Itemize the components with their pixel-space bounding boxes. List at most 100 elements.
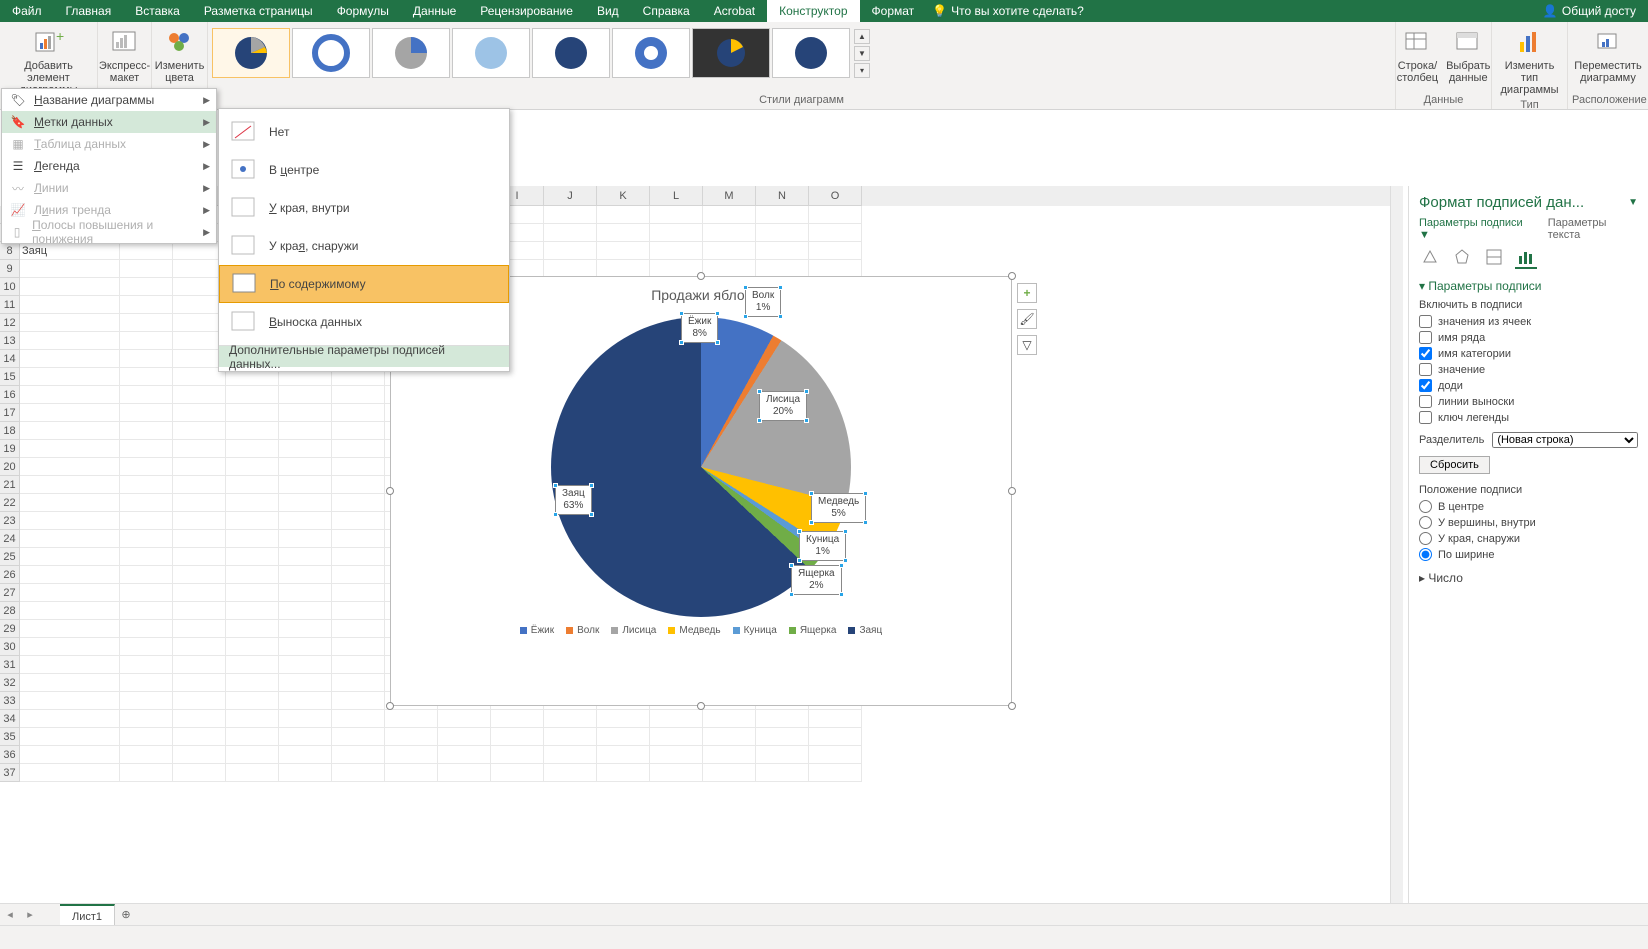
share-button[interactable]: 👤 Общий досту [1531, 4, 1648, 18]
pane-tab-label-options[interactable]: Параметры подписи ▼ [1419, 217, 1532, 241]
chart-plus-button[interactable]: + [1017, 283, 1037, 303]
tab-file[interactable]: Файл [0, 0, 54, 22]
include-checkbox[interactable]: доди [1419, 379, 1638, 392]
tell-me[interactable]: 💡 Что вы хотите сделать? [932, 4, 1084, 18]
chart-filter-button[interactable]: ▽ [1017, 335, 1037, 355]
tab-insert[interactable]: Вставка [123, 0, 192, 22]
pane-tab-text-options[interactable]: Параметры текста [1548, 217, 1638, 241]
position-radio[interactable]: В центре [1419, 500, 1638, 513]
ribbon-body: + Добавить элемент диаграммы Экспресс-ма… [0, 22, 1648, 110]
tab-view[interactable]: Вид [585, 0, 631, 22]
label-options-icon[interactable] [1515, 247, 1537, 269]
data-label[interactable]: Куница1% [799, 531, 846, 561]
sheet-nav-next[interactable]: ▸ [20, 908, 40, 921]
sub-inside-end[interactable]: У края, внутри [219, 189, 509, 227]
chart-style-5[interactable] [532, 28, 610, 78]
tab-review[interactable]: Рецензирование [468, 0, 585, 22]
data-label[interactable]: Ящерка2% [791, 565, 842, 595]
chart-style-8[interactable] [772, 28, 850, 78]
effects-icon[interactable] [1451, 247, 1473, 269]
sub-more-options[interactable]: Дополнительные параметры подписей данных… [219, 345, 509, 367]
fill-icon[interactable] [1419, 247, 1441, 269]
data-label[interactable]: Волк1% [745, 287, 781, 317]
tab-formulas[interactable]: Формулы [325, 0, 401, 22]
section-number[interactable]: ▸ Число [1419, 571, 1638, 585]
tab-pagelayout[interactable]: Разметка страницы [192, 0, 325, 22]
pie-chart[interactable]: Ёжик8% Волк1% Лисица20% Медведь5% Куница… [551, 317, 851, 617]
include-checkbox[interactable]: имя ряда [1419, 331, 1638, 344]
menu-legend[interactable]: ☰Легенда▶ [2, 155, 216, 177]
tab-design[interactable]: Конструктор [767, 0, 859, 22]
data-label[interactable]: Ёжик8% [681, 313, 718, 343]
sub-outside-end[interactable]: У края, снаружи [219, 227, 509, 265]
chart-style-2[interactable] [292, 28, 370, 78]
resize-handle[interactable] [697, 702, 705, 710]
chart-brush-button[interactable]: 🖌 [1017, 309, 1037, 329]
data-label[interactable]: Лисица20% [759, 391, 807, 421]
none-icon [229, 118, 259, 146]
group-label-location: Расположение [1572, 93, 1644, 109]
size-icon[interactable] [1483, 247, 1505, 269]
menu-chart-title[interactable]: 🏷Название диаграммы▶ [2, 89, 216, 111]
resize-handle[interactable] [386, 702, 394, 710]
resize-handle[interactable] [386, 487, 394, 495]
include-checkbox[interactable]: ключ легенды [1419, 411, 1638, 424]
position-radio[interactable]: По ширине [1419, 548, 1638, 561]
chart-style-7[interactable] [692, 28, 770, 78]
resize-handle[interactable] [1008, 702, 1016, 710]
ribbon-tabs: Файл Главная Вставка Разметка страницы Ф… [0, 0, 1648, 22]
chart-style-1[interactable] [212, 28, 290, 78]
chart-style-6[interactable] [612, 28, 690, 78]
chart-style-4[interactable] [452, 28, 530, 78]
include-checkbox[interactable]: линии выноски [1419, 395, 1638, 408]
change-colors-button[interactable]: Изменить цвета [151, 24, 209, 86]
chart-legend[interactable]: ЁжикВолкЛисицаМедведьКуницаЯщеркаЗаяц [391, 625, 1011, 636]
chart-style-gallery: ▲▼▾ [212, 24, 870, 78]
tab-home[interactable]: Главная [54, 0, 124, 22]
change-chart-type-button[interactable]: Изменить тип диаграммы [1496, 24, 1563, 98]
switch-row-col-button[interactable]: Строка/столбец [1393, 24, 1442, 86]
tab-format[interactable]: Формат [860, 0, 927, 22]
data-labels-icon: 🔖 [10, 114, 26, 130]
change-colors-label: Изменить цвета [155, 60, 205, 84]
sub-data-callout[interactable]: Выноска данных [219, 303, 509, 341]
data-label[interactable]: Заяц63% [555, 485, 592, 515]
separator-select[interactable]: (Новая строка) [1492, 432, 1638, 448]
tab-acrobat[interactable]: Acrobat [702, 0, 767, 22]
menu-data-table: ▦Таблица данных▶ [2, 133, 216, 155]
add-sheet-button[interactable]: ⊕ [115, 908, 137, 921]
section-label-options[interactable]: ▾ Параметры подписи [1419, 279, 1638, 293]
lines-icon: 〰 [10, 180, 26, 196]
sub-center[interactable]: В центре [219, 151, 509, 189]
include-checkbox[interactable]: значения из ячеек [1419, 315, 1638, 328]
tab-help[interactable]: Справка [631, 0, 702, 22]
sheet-nav-prev[interactable]: ◂ [0, 908, 20, 921]
include-checkbox[interactable]: имя категории [1419, 347, 1638, 360]
include-checkbox[interactable]: значение [1419, 363, 1638, 376]
add-chart-element-button[interactable]: + Добавить элемент диаграммы [4, 24, 93, 98]
resize-handle[interactable] [697, 272, 705, 280]
position-radio[interactable]: У края, снаружи [1419, 532, 1638, 545]
sub-best-fit[interactable]: По содержимому [219, 265, 509, 303]
svg-text:+: + [56, 28, 64, 44]
sub-none[interactable]: Нет [219, 113, 509, 151]
quick-layout-button[interactable]: Экспресс-макет [95, 24, 154, 86]
resize-handle[interactable] [1008, 272, 1016, 280]
inside-end-icon [229, 194, 259, 222]
select-data-button[interactable]: Выбрать данные [1442, 24, 1494, 86]
tab-data[interactable]: Данные [401, 0, 468, 22]
reset-button[interactable]: Сбросить [1419, 456, 1490, 474]
row-headers[interactable]: 6789101112131415161718192021222324252627… [0, 206, 20, 903]
data-label[interactable]: Медведь5% [811, 493, 866, 523]
select-data-label: Выбрать данные [1446, 60, 1490, 84]
callout-icon [229, 308, 259, 336]
quick-layout-label: Экспресс-макет [99, 60, 150, 84]
style-gallery-scroll[interactable]: ▲▼▾ [854, 29, 870, 78]
vertical-scrollbar[interactable] [1390, 186, 1403, 903]
chart-style-3[interactable] [372, 28, 450, 78]
move-chart-button[interactable]: Переместить диаграмму [1570, 24, 1645, 86]
position-radio[interactable]: У вершины, внутри [1419, 516, 1638, 529]
resize-handle[interactable] [1008, 487, 1016, 495]
sheet-tab[interactable]: Лист1 [60, 904, 115, 926]
menu-data-labels[interactable]: 🔖Метки данных▶ [2, 111, 216, 133]
